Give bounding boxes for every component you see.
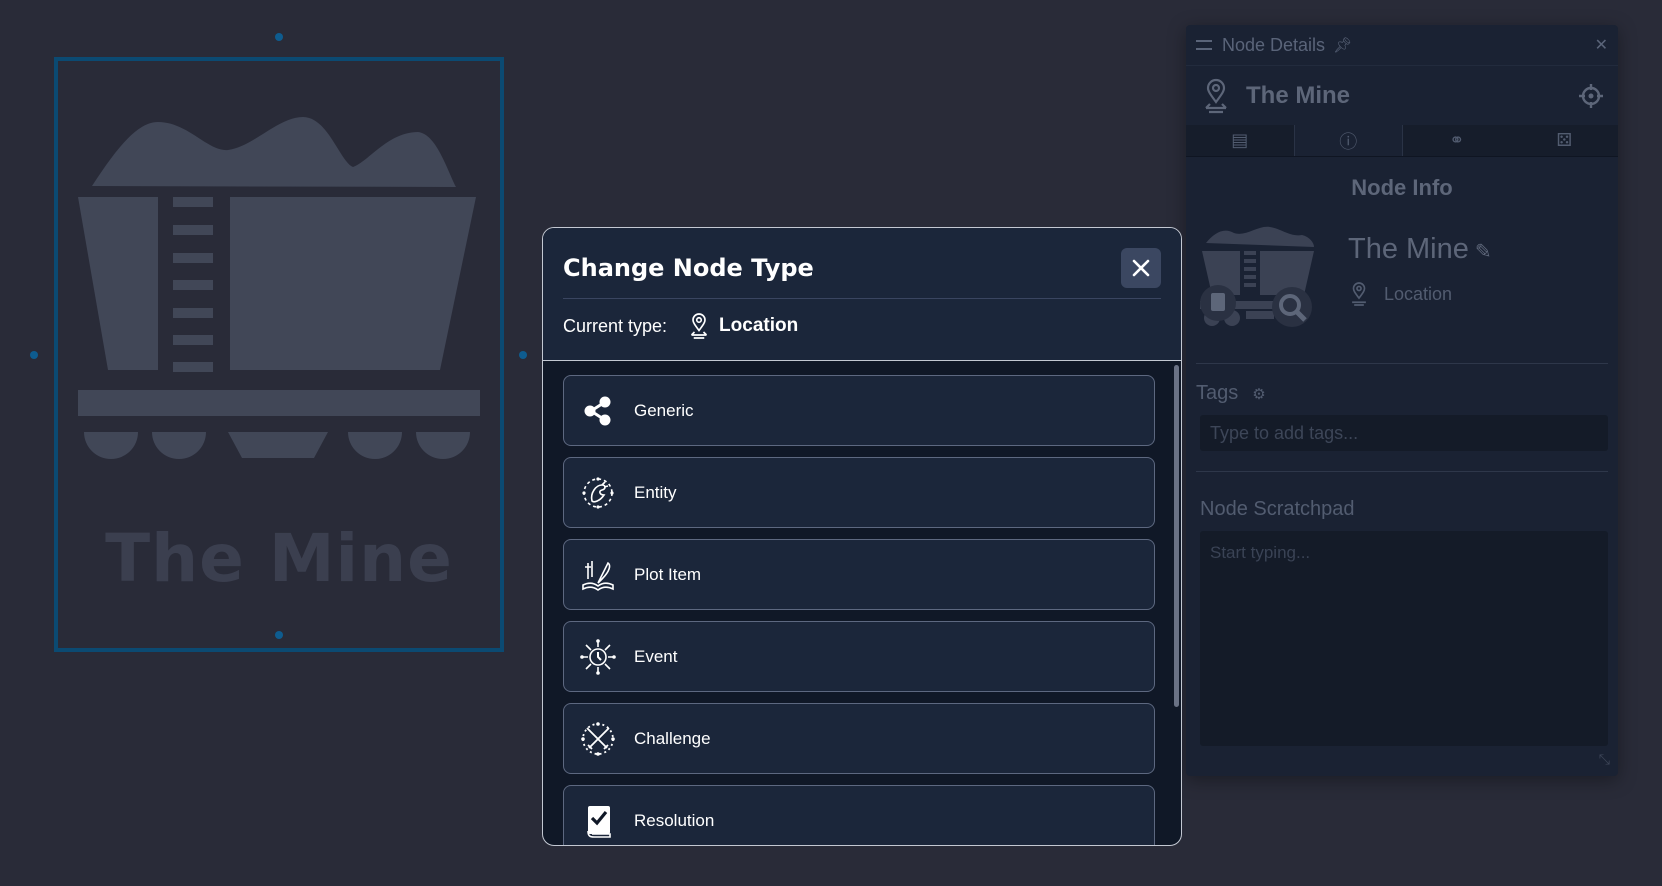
panel-close-icon[interactable]: ✕ [1595,35,1608,55]
clock-burst-icon [580,638,616,675]
tab-random[interactable]: ⚄ [1510,125,1618,156]
modal-title: Change Node Type [563,254,814,282]
tab-links[interactable]: ⚭ [1403,125,1511,156]
tab-info[interactable]: ⓘ [1293,125,1403,156]
share-icon [580,393,616,429]
divider [1196,471,1608,472]
panel-tabs: ▤ ⓘ ⚭ ⚄ [1186,125,1618,157]
panel-node-name: The Mine [1348,233,1469,265]
option-label: Resolution [634,810,715,830]
option-challenge[interactable]: Challenge [563,703,1155,774]
drag-handle-icon[interactable] [1196,40,1212,50]
resize-handle-bottom[interactable] [275,631,283,639]
resize-corner-icon[interactable]: ⤡ [1599,752,1610,768]
scrollbar[interactable] [1174,365,1179,707]
mine-cart-icon [78,117,480,459]
scratchpad-label: Node Scratchpad [1200,498,1355,520]
gear-icon[interactable]: ⚙ [1252,385,1265,403]
option-label: Entity [634,482,677,502]
locate-target-icon[interactable] [1578,83,1604,109]
location-icon [1205,78,1227,113]
panel-node-type: Location [1384,283,1453,304]
edit-pencil-icon[interactable]: ✎ [1475,241,1492,263]
tags-input[interactable]: Type to add tags... [1200,415,1608,451]
pin-icon[interactable]: 📌︎ [1333,36,1352,54]
divider [1196,363,1608,364]
quill-book-icon [580,557,616,593]
scratchpad-textarea[interactable]: Start typing... [1200,531,1608,746]
modal-close-button[interactable] [1121,248,1161,288]
panel-header[interactable]: Node Details 📌︎ ✕ [1186,25,1618,65]
change-node-type-modal: Change Node Type Current type: Location [542,227,1182,846]
link-icon: ⚭ [1449,130,1465,151]
checked-book-icon [580,803,616,839]
resize-handle-top[interactable] [275,33,283,41]
option-label: Generic [634,400,694,420]
modal-divider [563,298,1161,299]
newspaper-icon: ▤ [1231,130,1249,151]
canvas-node-title: The Mine [105,520,453,597]
option-label: Plot Item [634,564,702,584]
resize-handle-left[interactable] [30,351,38,359]
option-resolution[interactable]: Resolution [563,785,1155,845]
node-thumbnail [1200,226,1314,327]
type-options-list: Generic Entity Plot Item Event Challenge… [543,361,1181,845]
info-icon: ⓘ [1339,131,1358,153]
dragon-icon [580,475,616,511]
option-label: Challenge [634,728,711,748]
panel-header-title: Node Details [1222,34,1326,55]
crossed-swords-icon [580,721,616,757]
current-type-label: Current type: [563,315,668,336]
panel-section-title: Node Info [1351,175,1453,200]
node-details-panel: Node Details 📌︎ ✕ The Mine ▤ ⓘ ⚭ ⚄ Node … [1186,25,1618,776]
option-label: Event [634,646,678,666]
option-entity[interactable]: Entity [563,457,1155,528]
resize-handle-right[interactable] [519,351,527,359]
tab-overview[interactable]: ▤ [1186,125,1294,156]
location-icon [690,313,708,339]
panel-node-title: The Mine [1246,81,1351,109]
tags-label: Tags [1196,382,1239,404]
option-generic[interactable]: Generic [563,375,1155,446]
location-type-icon [1352,282,1366,306]
dice-icon: ⚄ [1556,130,1573,151]
option-event[interactable]: Event [563,621,1155,692]
option-plot-item[interactable]: Plot Item [563,539,1155,610]
current-type-value: Location [719,315,799,336]
close-icon [1132,259,1150,277]
